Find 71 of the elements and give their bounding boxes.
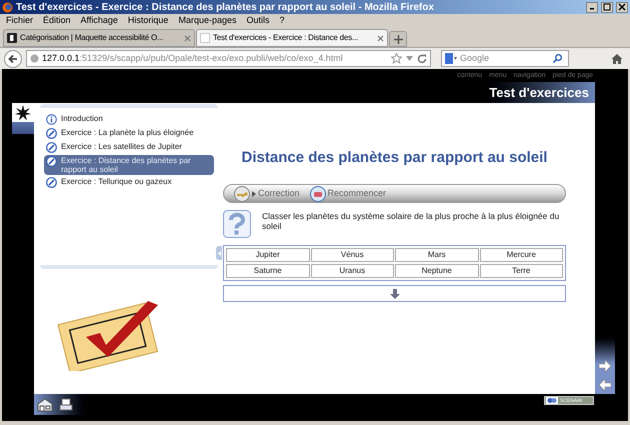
planet-tile[interactable]: Vénus (310, 248, 394, 262)
globe-icon (30, 54, 39, 63)
page-icon (200, 33, 210, 43)
arrow-down-icon (390, 288, 400, 298)
planet-tile[interactable]: Jupiter (226, 248, 310, 262)
search-engine-icon (445, 53, 457, 64)
menu-item[interactable]: Marque-pages (178, 14, 236, 28)
outline-item[interactable]: Exercice : Tellurique ou gazeux (44, 176, 214, 189)
site-icon (7, 33, 17, 43)
browser-tab[interactable]: Test d'exercices - Exercice : Distance des... (196, 29, 388, 47)
planet-tile[interactable]: Mercure (480, 248, 563, 262)
correction-button[interactable]: Correction (234, 186, 300, 202)
search-field[interactable]: Google (460, 52, 550, 66)
caret-icon (252, 190, 256, 196)
menu-item[interactable]: Affichage (80, 14, 118, 28)
pencil-circle-icon (46, 177, 57, 188)
reset-button[interactable]: Recommencer (310, 186, 386, 202)
arrow-right-icon[interactable] (598, 359, 612, 373)
pencil-circle-icon (46, 156, 57, 167)
pencil-circle-icon (46, 128, 57, 139)
menu-item[interactable]: Historique (128, 14, 168, 28)
eraser-icon (310, 186, 326, 202)
menu-item[interactable]: Édition (43, 14, 71, 28)
planet-tile[interactable]: Terre (480, 264, 563, 278)
minimize-button[interactable] (586, 2, 598, 12)
logo-icon (546, 397, 558, 404)
outline-item[interactable]: Exercice : Les satellites de Jupiter (44, 141, 214, 154)
search-icon[interactable] (553, 54, 562, 63)
caret-icon (218, 250, 220, 256)
key-icon (234, 186, 250, 202)
caret-icon[interactable] (405, 54, 414, 63)
browser-logo-icon (2, 2, 13, 12)
home-icon[interactable] (37, 398, 53, 412)
close-icon[interactable] (377, 34, 384, 42)
home-button[interactable] (610, 52, 624, 66)
close-icon (618, 3, 626, 11)
browser-tab[interactable]: Catégorisation | Maquette accessibilité O... (3, 29, 195, 47)
question-icon (223, 210, 251, 238)
printer-icon[interactable] (59, 398, 73, 412)
window-title: Test d'exercices - Exercice : Distance des planètes par rapport au soleil - Mozilla Firefox (16, 0, 435, 14)
planet-tile[interactable]: Mars (395, 248, 478, 262)
instruction-text: Classer les planètes du système solaire de la plus proche à la plus éloignée du soleil (262, 210, 560, 231)
page-title: Distance des planètes par rapport au soleil (240, 148, 548, 168)
home-icon (611, 52, 623, 64)
planet-tile[interactable]: Uranus (310, 264, 394, 278)
arrow-left-icon (8, 54, 18, 64)
star-icon[interactable] (391, 53, 402, 64)
new-tab-button[interactable] (389, 31, 407, 47)
menu-item[interactable]: Outils (246, 14, 270, 28)
close-icon[interactable] (184, 34, 191, 42)
outline-item[interactable]: Introduction (44, 113, 214, 126)
reload-icon[interactable] (417, 54, 427, 64)
search-box[interactable]: Google (441, 50, 569, 67)
star-burst-icon (15, 104, 31, 120)
drop-zone[interactable] (223, 285, 566, 302)
outline-item[interactable]: Exercice : La planète la plus éloignée (44, 127, 214, 140)
maximize-icon (603, 3, 611, 11)
menu-item[interactable]: Fichier (6, 14, 34, 28)
plus-icon (394, 34, 402, 44)
info-icon (46, 114, 57, 125)
collapse-handle[interactable] (216, 246, 222, 260)
back-button[interactable] (4, 50, 22, 68)
maximize-button[interactable] (601, 2, 613, 12)
planet-tile[interactable]: Neptune (395, 264, 478, 278)
outline-item[interactable]: Exercice : Distance des planètes par rapport au soleil (44, 155, 214, 175)
address-bar[interactable]: 127.0.0.1:51329/s/scapp/u/pub/Opale/test-exo/exo.publi/web/co/exo_4.html (26, 50, 431, 67)
planet-tile[interactable]: Saturne (226, 264, 310, 278)
close-button[interactable] (616, 2, 628, 12)
pencil-circle-icon (46, 142, 57, 153)
menu-item[interactable]: ? (280, 14, 285, 28)
arrow-left-icon[interactable] (598, 378, 612, 392)
